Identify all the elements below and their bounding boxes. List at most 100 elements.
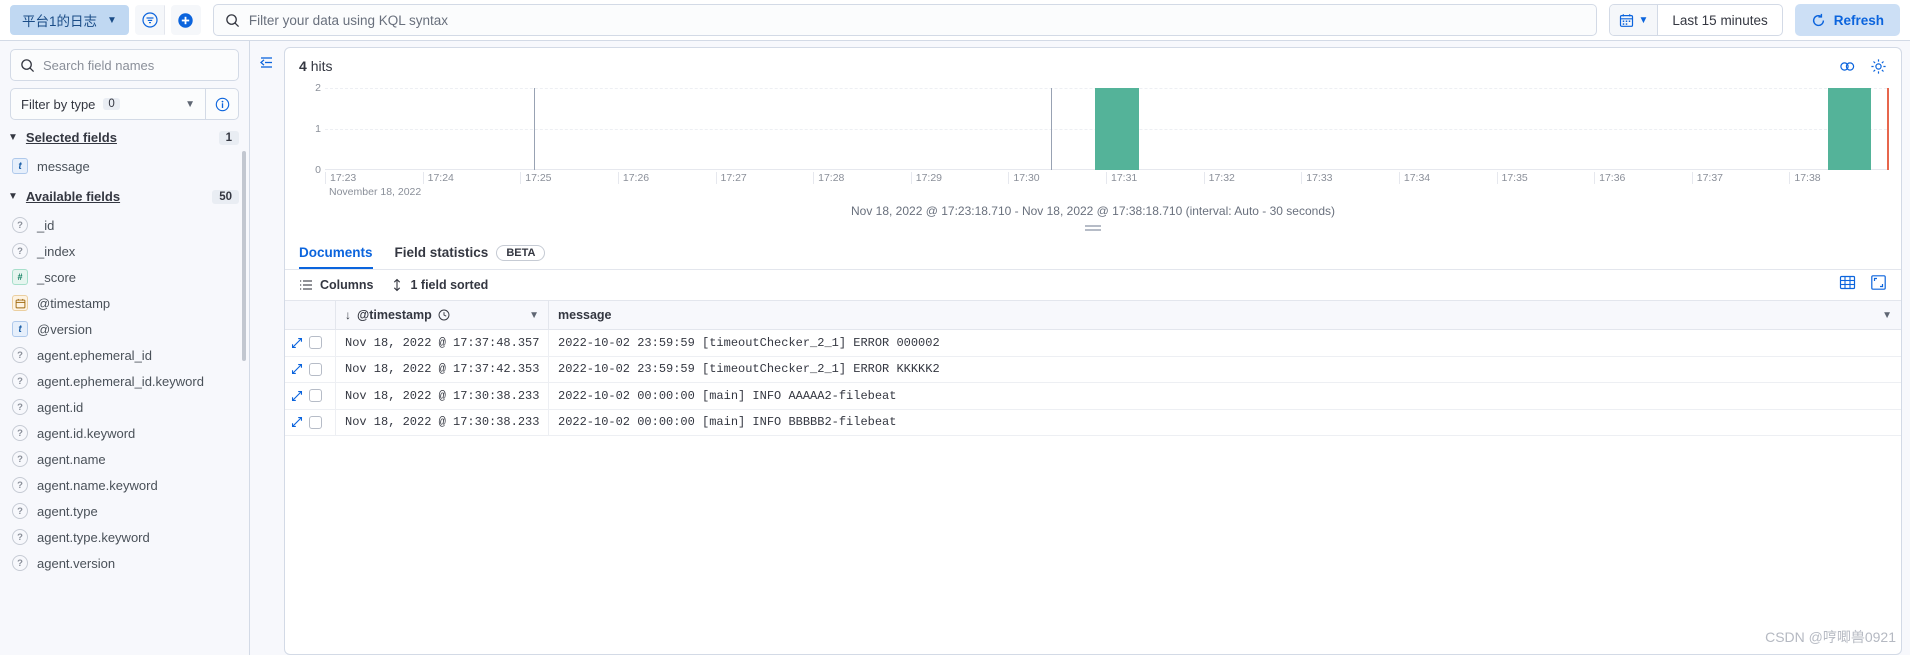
- cell-timestamp: Nov 18, 2022 @ 17:30:38.233: [336, 383, 549, 409]
- row-checkbox[interactable]: [309, 362, 322, 376]
- field-item-_score[interactable]: # _score: [0, 264, 249, 290]
- field-item-agent-id-keyword[interactable]: ? agent.id.keyword: [0, 420, 249, 446]
- cell-message: 2022-10-02 00:00:00 [main] INFO BBBBB2-f…: [558, 415, 897, 430]
- field-item--version[interactable]: t @version: [0, 316, 249, 342]
- sidebar-scrollbar[interactable]: [242, 151, 246, 361]
- table-row[interactable]: Nov 18, 2022 @ 17:37:42.353 2022-10-02 23…: [285, 356, 1901, 383]
- expand-row-icon[interactable]: [291, 416, 303, 428]
- x-axis-tick: 17:36: [1594, 172, 1625, 184]
- collapse-sidebar-button[interactable]: [256, 51, 278, 73]
- panel-resize-handle[interactable]: [1085, 225, 1101, 231]
- tab-documents[interactable]: Documents: [299, 236, 373, 269]
- sort-label: 1 field sorted: [410, 278, 489, 292]
- expand-row-icon[interactable]: [291, 337, 303, 349]
- field-type-unknown-icon: ?: [12, 373, 28, 389]
- histogram-plot[interactable]: 0 1 2: [315, 82, 1889, 176]
- field-search-input[interactable]: [43, 57, 229, 73]
- table-row[interactable]: Nov 18, 2022 @ 17:30:38.233 2022-10-02 00…: [285, 383, 1901, 410]
- date-quick-menu-button[interactable]: ▼: [1609, 5, 1659, 35]
- x-axis-tick: 17:31: [1106, 172, 1137, 184]
- header-timestamp[interactable]: ↓ @timestamp ▼: [336, 301, 549, 329]
- fullscreen-icon: [1871, 275, 1886, 290]
- table-row[interactable]: Nov 18, 2022 @ 17:30:38.233 2022-10-02 00…: [285, 409, 1901, 436]
- field-item-agent-version[interactable]: ? agent.version: [0, 550, 249, 576]
- chart-options-button[interactable]: [1870, 58, 1887, 80]
- search-icon: [226, 13, 239, 27]
- field-item-agent-ephemeral_id-keyword[interactable]: ? agent.ephemeral_id.keyword: [0, 368, 249, 394]
- chevron-down-icon: ▼: [185, 98, 195, 110]
- fields-sidebar: Filter by type 0 ▼ ▼ Selected fields 1 t…: [0, 41, 250, 655]
- chevron-down-icon: ▼: [8, 132, 18, 143]
- row-checkbox[interactable]: [309, 415, 322, 429]
- query-bar[interactable]: [212, 4, 1597, 36]
- field-item-message[interactable]: t message: [0, 153, 249, 179]
- expand-row-icon[interactable]: [291, 390, 303, 402]
- add-filter-button[interactable]: [134, 5, 165, 35]
- expand-row-icon[interactable]: [291, 363, 303, 375]
- x-axis-tick: 17:30: [1008, 172, 1040, 184]
- x-axis-tick: 17:25: [520, 172, 552, 184]
- field-item-agent-id[interactable]: ? agent.id: [0, 394, 249, 420]
- watermark: CSDN @哼唧兽0921: [1765, 629, 1896, 645]
- row-checkbox[interactable]: [309, 389, 322, 403]
- time-range-label[interactable]: Last 15 minutes: [1658, 13, 1781, 28]
- y-axis-tick: 1: [315, 123, 321, 135]
- field-type-unknown-icon: ?: [12, 243, 28, 259]
- field-search-box[interactable]: [10, 49, 239, 81]
- field-item--timestamp[interactable]: @timestamp: [0, 290, 249, 316]
- view-tabs: Documents Field statistics BETA: [285, 236, 1901, 270]
- histogram-bar[interactable]: [1095, 88, 1139, 170]
- search-input[interactable]: [248, 12, 1585, 28]
- field-type-unknown-icon: ?: [12, 555, 28, 571]
- field-item-agent-type-keyword[interactable]: ? agent.type.keyword: [0, 524, 249, 550]
- field-name: agent.version: [37, 555, 116, 571]
- selected-fields-count: 1: [218, 130, 239, 145]
- chart-tools: [1839, 58, 1887, 80]
- refresh-label: Refresh: [1833, 12, 1884, 28]
- field-name: _index: [37, 243, 76, 259]
- chevron-down-icon[interactable]: ▼: [529, 310, 539, 321]
- gear-icon: [1871, 59, 1886, 74]
- tab-field-statistics[interactable]: Field statistics BETA: [395, 236, 546, 269]
- row-density-button[interactable]: [1839, 274, 1856, 296]
- x-axis-tick: 17:34: [1398, 172, 1430, 184]
- histogram-panel: 4 hits 0 1 2 17:23 17:24 17:25 17:26 17:…: [285, 48, 1901, 236]
- histogram-bar[interactable]: [1827, 88, 1872, 170]
- field-item-agent-name-keyword[interactable]: ? agent.name.keyword: [0, 472, 249, 498]
- data-view-selector[interactable]: 平台1的日志 ▼: [10, 5, 129, 35]
- app-body: Filter by type 0 ▼ ▼ Selected fields 1 t…: [0, 41, 1910, 655]
- fields-info-button[interactable]: [205, 88, 239, 120]
- selected-fields-header[interactable]: ▼ Selected fields 1: [0, 120, 249, 153]
- field-item-agent-type[interactable]: ? agent.type: [0, 498, 249, 524]
- documents-table: ↓ @timestamp ▼ message ▼ Nov 18, 2022 @ …: [285, 301, 1901, 436]
- x-axis-tick: 17:32: [1203, 172, 1235, 184]
- field-item-agent-ephemeral_id[interactable]: ? agent.ephemeral_id: [0, 342, 249, 368]
- field-type-date-icon: [12, 295, 28, 311]
- refresh-button[interactable]: Refresh: [1794, 4, 1900, 36]
- field-item-_id[interactable]: ? _id: [0, 212, 249, 238]
- x-axis-tick: 17:37: [1691, 172, 1723, 184]
- columns-button[interactable]: Columns: [299, 278, 373, 292]
- filter-by-type-dropdown[interactable]: Filter by type 0 ▼: [10, 88, 205, 120]
- field-type-number-icon: #: [12, 269, 28, 285]
- field-item-agent-name[interactable]: ? agent.name: [0, 446, 249, 472]
- field-item-_index[interactable]: ? _index: [0, 238, 249, 264]
- chevron-down-icon[interactable]: ▼: [1882, 310, 1892, 321]
- cell-message: 2022-10-02 23:59:59 [timeoutChecker_2_1]…: [558, 335, 940, 350]
- header-message[interactable]: message ▼: [549, 301, 1901, 329]
- field-name: agent.ephemeral_id.keyword: [37, 373, 204, 389]
- table-row[interactable]: Nov 18, 2022 @ 17:37:48.357 2022-10-02 23…: [285, 330, 1901, 357]
- chart-type-button[interactable]: [1839, 58, 1856, 80]
- field-type-string-icon: t: [12, 158, 28, 174]
- date-picker[interactable]: ▼ Last 15 minutes: [1608, 4, 1783, 36]
- sort-fields-button[interactable]: 1 field sorted: [391, 278, 488, 292]
- add-button[interactable]: [170, 5, 201, 35]
- hits-label: hits: [310, 58, 333, 74]
- available-fields-header[interactable]: ▼ Available fields 50: [0, 179, 249, 212]
- discover-panel: 4 hits 0 1 2 17:23 17:24 17:25 17:26 17:…: [284, 47, 1902, 655]
- row-checkbox[interactable]: [309, 336, 322, 350]
- fullscreen-button[interactable]: [1870, 274, 1887, 296]
- columns-label: Columns: [320, 278, 374, 292]
- field-name: agent.type.keyword: [37, 529, 150, 545]
- selected-fields-list: t message: [0, 153, 249, 179]
